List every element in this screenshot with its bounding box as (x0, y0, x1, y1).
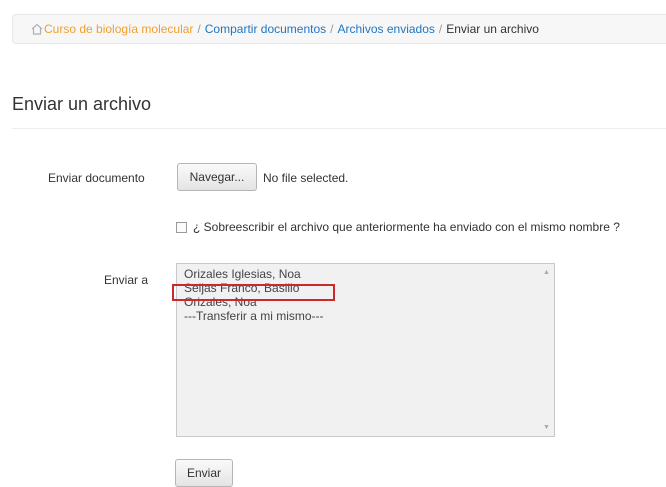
send-to-label: Enviar a (104, 273, 149, 287)
file-status-text: No file selected. (263, 171, 349, 185)
document-label: Enviar documento (48, 171, 145, 185)
page-title: Enviar un archivo (12, 94, 152, 114)
browse-button[interactable]: Navegar... (177, 163, 257, 191)
scroll-up-arrow-icon[interactable]: ▲ (543, 269, 550, 276)
send-button[interactable]: Enviar (175, 459, 233, 487)
breadcrumb-separator: / (438, 22, 443, 36)
breadcrumb: Curso de biología molecular / Compartir do… (12, 14, 666, 44)
home-icon[interactable] (31, 23, 43, 35)
breadcrumb-link-course[interactable]: Curso de biología molecular (44, 22, 193, 36)
recipient-option[interactable]: ---Transferir a mi mismo--- (184, 309, 554, 323)
overwrite-checkbox[interactable] (176, 222, 187, 233)
breadcrumb-current: Enviar un archivo (446, 22, 539, 36)
breadcrumb-separator: / (330, 22, 334, 36)
overwrite-checkbox-label[interactable]: ¿ Sobreescribir el archivo que anteriorm… (193, 220, 620, 234)
breadcrumb-link-share-documents[interactable]: Compartir documentos (205, 22, 326, 36)
recipient-option[interactable]: Orizales Iglesias, Noa (184, 267, 554, 281)
scroll-down-arrow-icon[interactable]: ▼ (543, 424, 550, 431)
title-divider (12, 128, 666, 129)
recipient-highlight-box (172, 284, 335, 301)
breadcrumb-separator: / (197, 22, 201, 36)
breadcrumb-link-sent-files[interactable]: Archivos enviados (338, 22, 435, 36)
